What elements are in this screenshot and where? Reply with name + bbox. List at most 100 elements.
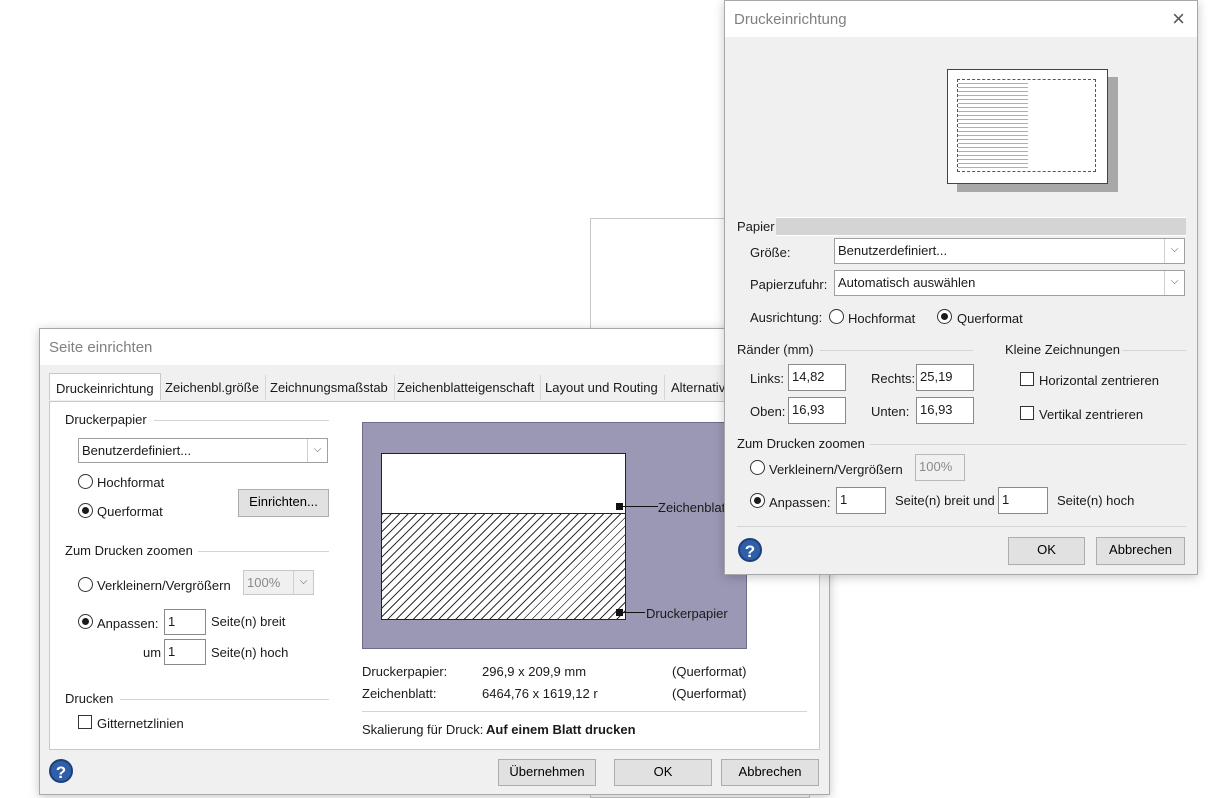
landscape-label[interactable]: Querformat [97,504,163,519]
callout-paper-label: Druckerpapier [646,606,728,621]
preview-sheet [381,453,626,513]
fit-radio[interactable] [750,493,765,508]
paper-size-value: Benutzerdefiniert... [82,443,192,458]
center-vertical-label[interactable]: Vertikal zentrieren [1039,407,1143,422]
landscape-label[interactable]: Querformat [957,311,1023,326]
fit-width-input[interactable]: 1 [164,609,206,635]
left-margin-input[interactable]: 14,82 [788,364,846,391]
bottom-margin-input[interactable]: 16,93 [916,397,974,424]
group-rule [154,420,329,421]
center-horizontal-checkbox[interactable] [1020,372,1034,386]
size-select[interactable]: Benutzerdefiniert... ⌵ [834,238,1185,264]
fit-height-input[interactable]: 1 [164,639,206,665]
source-label: Papierzufuhr: [750,277,828,292]
gridlines-label[interactable]: Gitternetzlinien [97,716,184,731]
scale-radio[interactable] [750,460,765,475]
apply-button[interactable]: Übernehmen [498,759,596,786]
sheet-handle [616,503,623,510]
center-vertical-checkbox[interactable] [1020,406,1034,420]
landscape-radio[interactable] [937,309,952,324]
tab-label: Druckeinrichtung [56,381,154,396]
source-value: Automatisch auswählen [838,275,976,290]
portrait-radio[interactable] [78,474,93,489]
left-margin-label: Links: [750,371,784,386]
small-drawings-group-title: Kleine Zeichnungen [1005,342,1120,357]
print-setup-title: Druckeinrichtung [734,11,847,28]
margins-group-title: Ränder (mm) [737,342,814,357]
tab-label: Layout und Routing [545,380,658,395]
tab-zeichenblatteigenschaft[interactable]: Zeichenblatteigenschaft [391,375,542,400]
fit-width-input[interactable]: 1 [836,487,886,514]
tab-strip: Druckeinrichtung Zeichenbl.größe Zeichnu… [49,373,739,401]
info-sheet-label: Zeichenblatt: [362,686,437,701]
scaling-label: Skalierung für Druck: [362,722,484,737]
preview-paper-hatched [381,513,626,620]
group-rule [120,699,329,700]
tab-layout-routing[interactable]: Layout und Routing [539,375,665,400]
print-setup-titlebar[interactable]: Druckeinrichtung × [725,1,1197,37]
tab-druckeinrichtung[interactable]: Druckeinrichtung [49,373,161,400]
landscape-radio[interactable] [78,503,93,518]
scale-input: 100% [915,454,965,481]
cancel-button[interactable]: Abbrechen [1096,537,1185,565]
top-margin-input[interactable]: 16,93 [788,397,846,424]
scale-label[interactable]: Verkleinern/Vergrößern [769,462,903,477]
footer-rule [737,526,1186,527]
info-rule [362,711,807,712]
paper-size-select[interactable]: Benutzerdefiniert... ⌵ [78,438,328,463]
top-margin-label: Oben: [750,404,786,419]
fit-height-unit: Seite(n) hoch [211,645,289,660]
fit-height-input[interactable]: 1 [998,487,1048,514]
chevron-down-icon: ⌵ [307,439,327,462]
center-horizontal-label[interactable]: Horizontal zentrieren [1039,373,1159,388]
gridlines-checkbox[interactable] [78,715,92,729]
bottom-margin-label: Unten: [871,404,910,419]
size-label: Größe: [750,245,791,260]
scale-radio[interactable] [78,577,93,592]
chevron-down-icon: ⌵ [1164,239,1184,263]
page-setup-title: Seite einrichten [49,339,153,356]
scaling-value: Auf einem Blatt drucken [486,722,636,737]
group-rule [1122,350,1186,351]
page-setup-titlebar[interactable]: Seite einrichten [40,329,829,365]
ok-button[interactable]: OK [614,759,712,786]
fit-label[interactable]: Anpassen: [97,616,158,631]
scale-select: 100% ⌵ [243,570,314,595]
fit-width-unit: Seite(n) breit [211,614,286,629]
info-paper-orient: (Querformat) [672,664,747,679]
fit-label[interactable]: Anpassen: [769,495,830,510]
portrait-label[interactable]: Hochformat [97,475,164,490]
ok-button[interactable]: OK [1008,537,1085,565]
page-thumbnail [947,69,1108,184]
help-icon[interactable]: ? [738,538,762,562]
portrait-label[interactable]: Hochformat [848,311,915,326]
source-select[interactable]: Automatisch auswählen ⌵ [834,270,1185,296]
tab-zeichenblattgroesse[interactable]: Zeichenbl.größe [159,375,266,400]
info-paper-label: Druckerpapier: [362,664,448,679]
chevron-down-icon: ⌵ [1164,271,1184,295]
group-rule [776,217,1186,236]
fit-radio[interactable] [78,614,93,629]
print-group-title: Drucken [65,691,114,706]
zoom-group-title: Zum Drucken zoomen [737,436,865,451]
chevron-down-icon: ⌵ [293,571,313,594]
scale-label[interactable]: Verkleinern/Vergrößern [97,578,231,593]
setup-button[interactable]: Einrichten... [238,489,329,517]
help-icon[interactable]: ? [49,759,73,783]
cancel-button[interactable]: Abbrechen [721,759,819,786]
right-margin-label: Rechts: [871,371,916,386]
close-icon[interactable]: × [1172,6,1185,32]
tab-label: Zeichnungsmaßstab [270,380,388,395]
tab-zeichnungsmassstab[interactable]: Zeichnungsmaßstab [264,375,395,400]
paper-handle [616,609,623,616]
portrait-radio[interactable] [829,309,844,324]
right-margin-input[interactable]: 25,19 [916,364,974,391]
tab-label: Alternativ [671,380,726,395]
group-rule [198,551,329,552]
info-sheet-size: 6464,76 x 1619,12 r [482,686,598,701]
page-thumbnail-margin [957,79,1096,172]
scale-value: 100% [247,575,281,590]
fit-height-unit: Seite(n) hoch [1057,493,1135,508]
tab-panel: Druckerpapier Benutzerdefiniert... ⌵ Hoc… [49,401,820,750]
printer-paper-group-title: Druckerpapier [65,412,147,427]
